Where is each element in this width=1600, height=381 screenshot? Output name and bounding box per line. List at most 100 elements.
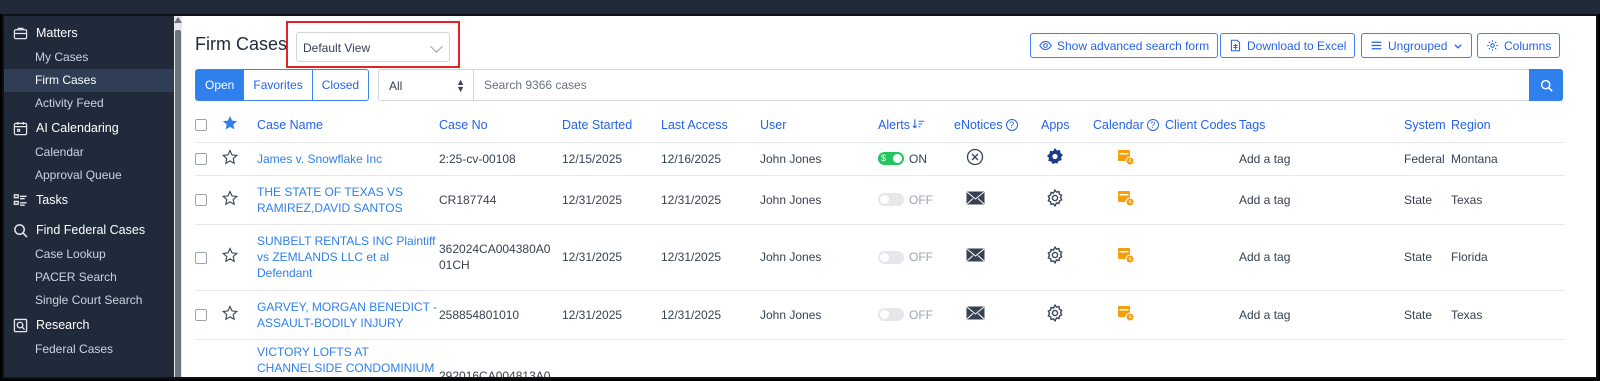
search-input[interactable] bbox=[474, 70, 1529, 100]
last-access: 12/16/2025 bbox=[661, 142, 760, 176]
add-tag[interactable]: Add a tag bbox=[1239, 290, 1404, 340]
gear-icon bbox=[1487, 40, 1498, 51]
advanced-search-button[interactable]: Show advanced search form bbox=[1030, 33, 1219, 58]
sidebar-item-single-court-search[interactable]: Single Court Search bbox=[4, 289, 174, 312]
star-outline-icon[interactable] bbox=[221, 189, 239, 206]
calendar-alert-icon[interactable] bbox=[1117, 189, 1135, 207]
case-name-link[interactable]: GARVEY, MORGAN BENEDICT - ASSAULT-BODILY… bbox=[257, 290, 439, 340]
table-row[interactable]: VICTORY LOFTS AT CHANNELSIDE CONDOMINIUM… bbox=[195, 339, 1565, 377]
column-header-case-name[interactable]: Case Name bbox=[257, 108, 439, 143]
table-row[interactable]: GARVEY, MORGAN BENEDICT - ASSAULT-BODILY… bbox=[195, 290, 1565, 340]
scroll-thumb[interactable] bbox=[175, 30, 181, 377]
add-tag[interactable]: Add a tag bbox=[1239, 142, 1404, 176]
column-header-date-started[interactable]: Date Started bbox=[562, 108, 661, 143]
sidebar-section-ai-calendaring[interactable]: AI Calendaring bbox=[4, 115, 174, 141]
sidebar-scrollbar[interactable] bbox=[174, 16, 182, 377]
columns-button[interactable]: Columns bbox=[1477, 33, 1561, 58]
case-name-link[interactable]: VICTORY LOFTS AT CHANNELSIDE CONDOMINIUM bbox=[257, 339, 439, 377]
column-header-apps[interactable]: Apps bbox=[1041, 108, 1093, 143]
download-excel-button[interactable]: Download to Excel bbox=[1220, 33, 1356, 58]
sidebar-item-federal-cases[interactable]: Federal Cases bbox=[4, 338, 174, 361]
column-header-case-no[interactable]: Case No bbox=[439, 108, 562, 143]
sidebar-section-find-federal-cases[interactable]: Find Federal Cases bbox=[4, 217, 174, 243]
gear-icon[interactable] bbox=[1046, 245, 1064, 265]
star-outline-icon[interactable] bbox=[221, 148, 239, 165]
sidebar-section-matters[interactable]: Matters bbox=[4, 20, 174, 46]
row-checkbox[interactable] bbox=[195, 251, 207, 264]
system: State bbox=[1404, 175, 1451, 225]
calendar-alert-icon[interactable] bbox=[1117, 304, 1135, 322]
tab-open[interactable]: Open bbox=[195, 69, 245, 101]
gear-icon[interactable] bbox=[1046, 303, 1064, 322]
alerts-toggle[interactable] bbox=[878, 250, 904, 264]
select-all-checkbox[interactable] bbox=[195, 119, 207, 132]
sidebar-item-firm-cases[interactable]: Firm Cases bbox=[4, 69, 174, 92]
alerts-cell: OFF bbox=[878, 175, 954, 225]
alerts-toggle[interactable] bbox=[878, 308, 904, 322]
column-header-client-codes[interactable]: Client Codes bbox=[1165, 108, 1239, 143]
sidebar-item-my-cases[interactable]: My Cases bbox=[4, 46, 174, 69]
sidebar-section-label: Tasks bbox=[36, 193, 68, 207]
sidebar-item-activity-feed[interactable]: Activity Feed bbox=[4, 92, 174, 115]
table-row[interactable]: SUNBELT RENTALS INC Plaintiff vs ZEMLAND… bbox=[195, 224, 1565, 291]
region: Texas bbox=[1451, 175, 1565, 225]
table-row[interactable]: THE STATE OF TEXAS VS RAMIREZ,DAVID SANT… bbox=[195, 175, 1565, 225]
tab-closed[interactable]: Closed bbox=[312, 69, 370, 101]
calendar-alert-icon[interactable] bbox=[1117, 148, 1135, 166]
envelope-icon[interactable] bbox=[966, 191, 985, 205]
column-header-system[interactable]: System bbox=[1404, 108, 1451, 143]
calendar-alert-icon[interactable] bbox=[1117, 246, 1135, 264]
sidebar-item-case-lookup[interactable]: Case Lookup bbox=[4, 243, 174, 266]
case-name-link[interactable]: SUNBELT RENTALS INC Plaintiff vs ZEMLAND… bbox=[257, 224, 439, 291]
sidebar-item-calendar[interactable]: Calendar bbox=[4, 141, 174, 164]
row-checkbox[interactable] bbox=[195, 309, 207, 322]
sidebar: Matters My Cases Firm Cases Activity Fee… bbox=[4, 16, 174, 377]
row-checkbox[interactable] bbox=[195, 194, 207, 207]
envelope-icon[interactable] bbox=[966, 306, 985, 320]
star-outline-icon[interactable] bbox=[221, 247, 239, 263]
user: John Jones bbox=[760, 142, 878, 176]
calendar-header-label: Calendar bbox=[1093, 117, 1144, 132]
column-header-region[interactable]: Region bbox=[1451, 108, 1565, 143]
date-started: 12/31/2025 bbox=[562, 175, 661, 225]
last-access: 12/31/2025 bbox=[661, 290, 760, 340]
help-icon[interactable]: ? bbox=[1005, 119, 1018, 132]
column-header-tags[interactable]: Tags bbox=[1239, 108, 1404, 143]
grouping-dropdown[interactable]: Ungrouped bbox=[1361, 33, 1473, 58]
column-header-user[interactable]: User bbox=[760, 108, 878, 143]
row-checkbox[interactable] bbox=[195, 153, 207, 166]
star-filled-icon[interactable] bbox=[222, 115, 238, 131]
alerts-header-label: Alerts bbox=[878, 117, 910, 132]
table-row[interactable]: James v. Snowflake Inc 2:25-cv-00108 12/… bbox=[195, 142, 1565, 176]
dollar-icon: $ bbox=[881, 153, 887, 164]
alerts-toggle[interactable]: $ bbox=[878, 152, 904, 166]
sidebar-item-approval-queue[interactable]: Approval Queue bbox=[4, 164, 174, 187]
column-header-last-access[interactable]: Last Access bbox=[661, 108, 760, 143]
add-tag[interactable]: Add a tag bbox=[1239, 175, 1404, 225]
gear-icon[interactable] bbox=[1046, 188, 1064, 207]
envelope-icon[interactable] bbox=[966, 248, 985, 262]
star-outline-icon[interactable] bbox=[221, 304, 239, 321]
case-name-link[interactable]: THE STATE OF TEXAS VS RAMIREZ,DAVID SANT… bbox=[257, 175, 439, 225]
x-circle-icon[interactable] bbox=[966, 148, 984, 166]
column-header-enotices[interactable]: eNotices? bbox=[954, 108, 1041, 143]
help-icon[interactable]: ? bbox=[1146, 119, 1159, 132]
search-field bbox=[474, 69, 1530, 101]
research-icon bbox=[13, 318, 28, 332]
add-tag[interactable]: Add a tag bbox=[1239, 224, 1404, 291]
sidebar-item-pacer-search[interactable]: PACER Search bbox=[4, 266, 174, 289]
search-button[interactable] bbox=[1529, 69, 1563, 101]
scroll-up-arrow-icon[interactable] bbox=[174, 17, 182, 23]
sidebar-section-tasks[interactable]: Tasks bbox=[4, 187, 174, 213]
column-header-alerts[interactable]: Alerts bbox=[878, 108, 954, 143]
case-name-link[interactable]: James v. Snowflake Inc bbox=[257, 142, 439, 176]
page-title: Firm Cases bbox=[195, 34, 288, 54]
gear-bold-icon[interactable] bbox=[1046, 147, 1064, 167]
caret-down-icon bbox=[1454, 43, 1462, 49]
sidebar-section-research[interactable]: Research bbox=[4, 312, 174, 338]
column-header-calendar[interactable]: Calendar? bbox=[1093, 108, 1165, 143]
alerts-toggle[interactable] bbox=[878, 193, 904, 207]
tab-favorites[interactable]: Favorites bbox=[244, 69, 313, 101]
scope-select[interactable]: All ▲ ▼ bbox=[378, 69, 474, 101]
view-select[interactable]: Default View bbox=[296, 32, 450, 62]
